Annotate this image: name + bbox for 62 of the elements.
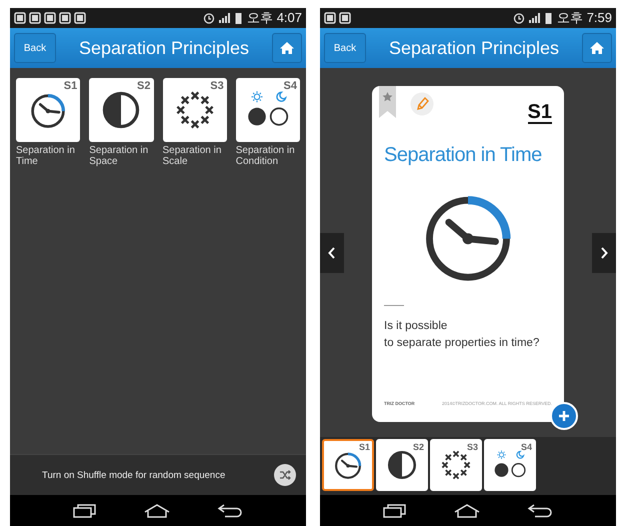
thumbnail-code: S4 (520, 442, 532, 452)
back-button[interactable]: Back (14, 33, 56, 63)
status-time: 오후 7:59 (557, 9, 612, 27)
thumbnail-code: S3 (466, 442, 478, 452)
shuffle-hint: Turn on Shuffle mode for random sequence (42, 470, 226, 480)
principle-label: Separation in Time (16, 145, 76, 167)
principle-code: S4 (284, 80, 297, 92)
principle-code: S3 (210, 80, 224, 92)
principle-label: Separation in Condition (236, 145, 296, 167)
principle-tile[interactable]: S3 (162, 78, 227, 142)
shuffle-icon (279, 470, 291, 480)
principle-label: Separation in Scale (162, 145, 222, 167)
principle-tile[interactable]: S4 (236, 78, 300, 142)
alarm-icon (513, 12, 526, 24)
notification-icon (44, 12, 56, 24)
notification-icon (14, 12, 26, 24)
notification-icon (339, 12, 351, 24)
plus-icon (558, 410, 570, 422)
principle-thumbnail[interactable]: S3 (430, 439, 482, 491)
chevron-right-icon (600, 247, 608, 259)
principle-code: S1 (64, 80, 78, 92)
home-icon (279, 41, 295, 55)
principle-label: Separation in Space (89, 145, 150, 167)
back-nav-icon[interactable] (527, 504, 553, 518)
bookmark-star-icon[interactable] (379, 86, 396, 118)
home-nav-icon[interactable] (453, 504, 481, 518)
signal-icon (218, 12, 232, 24)
back-button[interactable]: Back (324, 33, 366, 63)
notification-icon (29, 12, 41, 24)
notification-icon (324, 12, 336, 24)
notification-icon (59, 12, 71, 24)
recent-apps-icon[interactable] (73, 504, 97, 518)
home-button[interactable] (582, 33, 612, 63)
back-nav-icon[interactable] (217, 504, 243, 518)
principle-tile[interactable]: S2 (89, 78, 154, 142)
thumbnail-code: S1 (358, 442, 370, 452)
card-question: Is it possible to separate properties in time? (384, 319, 540, 351)
previous-button[interactable] (320, 233, 344, 273)
screen-title: Separation Principles (388, 38, 560, 58)
chevron-left-icon (328, 247, 336, 259)
principle-thumbnail[interactable]: S2 (376, 439, 428, 491)
alarm-icon (203, 12, 216, 24)
signal-icon (528, 12, 542, 24)
home-button[interactable] (272, 33, 302, 63)
card-title: Separation in Time (384, 144, 543, 167)
battery-icon (545, 12, 552, 24)
notification-icon (74, 12, 86, 24)
principle-tile[interactable]: S1 (16, 78, 80, 142)
screen-title: Separation Principles (78, 38, 250, 58)
status-time: 오후 4:07 (247, 9, 302, 27)
add-button[interactable] (550, 402, 578, 430)
home-icon (589, 41, 605, 55)
principle-code: S2 (137, 80, 150, 92)
card-code: S1 (528, 102, 552, 124)
principle-thumbnail[interactable]: S4 (484, 439, 536, 491)
thumbnail-code: S2 (412, 442, 424, 452)
battery-icon (235, 12, 242, 24)
recent-apps-icon[interactable] (383, 504, 407, 518)
next-button[interactable] (592, 233, 616, 273)
shuffle-button[interactable] (274, 464, 296, 486)
principle-thumbnail[interactable]: S1 (322, 439, 374, 491)
home-nav-icon[interactable] (143, 504, 171, 518)
